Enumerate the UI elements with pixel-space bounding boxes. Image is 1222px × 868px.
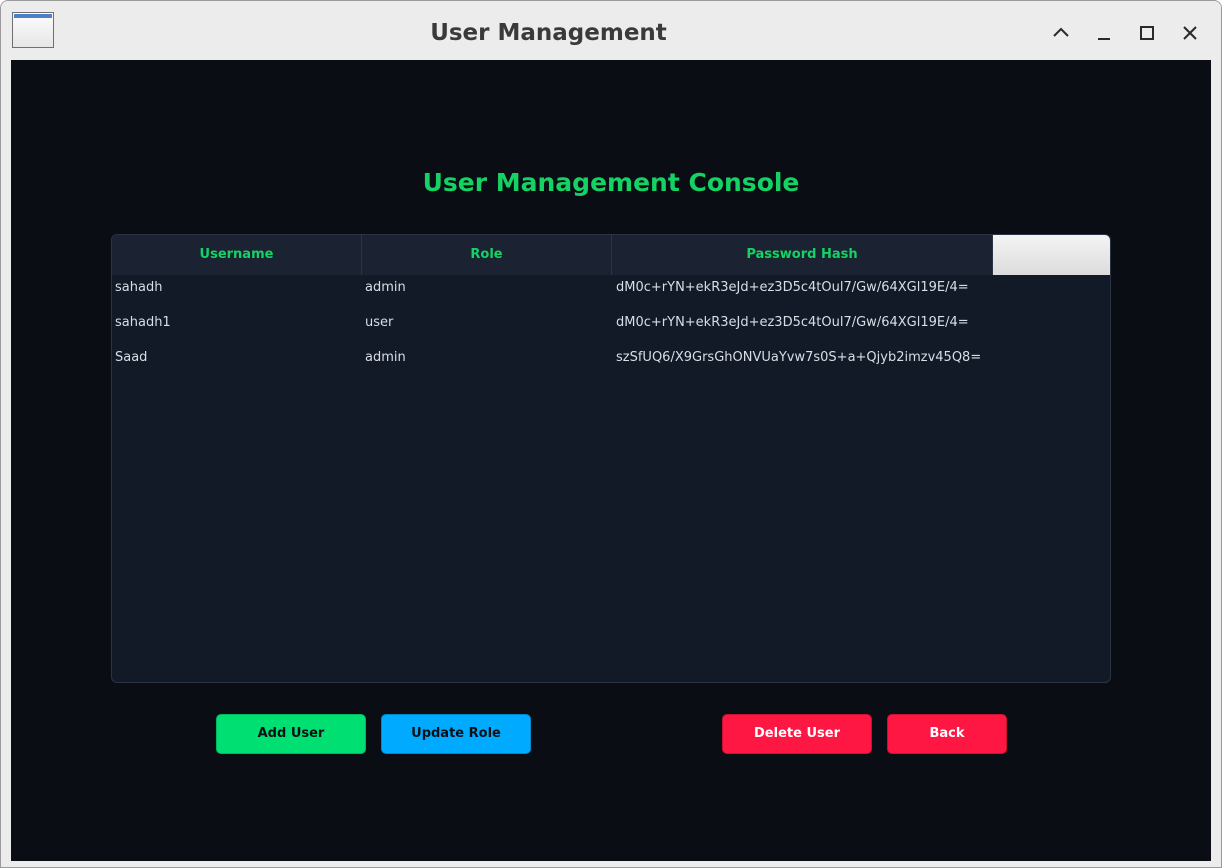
table-row[interactable]: sahadh1 user dM0c+rYN+ekR3eJd+ez3D5c4tOu… — [112, 310, 1110, 345]
cell-password-hash: dM0c+rYN+ekR3eJd+ez3D5c4tOul7/Gw/64XGl19… — [616, 315, 969, 330]
cell-role: user — [365, 315, 394, 330]
maximize-icon[interactable] — [1135, 21, 1159, 45]
table-body: sahadh admin dM0c+rYN+ekR3eJd+ez3D5c4tOu… — [112, 275, 1110, 380]
cell-password-hash: dM0c+rYN+ekR3eJd+ez3D5c4tOul7/Gw/64XGl19… — [616, 280, 969, 295]
delete-user-button[interactable]: Delete User — [722, 714, 872, 754]
column-header-password-hash[interactable]: Password Hash — [612, 235, 993, 275]
header-filler — [993, 235, 1110, 275]
column-header-username[interactable]: Username — [112, 235, 362, 275]
update-role-button[interactable]: Update Role — [381, 714, 531, 754]
cell-username: Saad — [115, 350, 148, 365]
cell-username: sahadh1 — [115, 315, 171, 330]
app-window: User Management User Management Console … — [0, 0, 1222, 868]
users-table: Username Role Password Hash sahadh admin… — [111, 234, 1111, 683]
window-title: User Management — [430, 20, 667, 46]
cell-username: sahadh — [115, 280, 163, 295]
close-icon[interactable] — [1178, 21, 1202, 45]
main-content: User Management Console Username Role Pa… — [11, 60, 1211, 861]
add-user-button[interactable]: Add User — [216, 714, 366, 754]
cell-password-hash: szSfUQ6/X9GrsGhONVUaYvw7s0S+a+Qjyb2imzv4… — [616, 350, 982, 365]
page-title: User Management Console — [422, 168, 800, 197]
minimize-icon[interactable] — [1092, 21, 1116, 45]
back-button[interactable]: Back — [887, 714, 1007, 754]
cell-role: admin — [365, 280, 406, 295]
title-bar[interactable]: User Management — [1, 1, 1221, 59]
cell-role: admin — [365, 350, 406, 365]
table-row[interactable]: Saad admin szSfUQ6/X9GrsGhONVUaYvw7s0S+a… — [112, 345, 1110, 380]
chevron-up-icon[interactable] — [1049, 21, 1073, 45]
table-header: Username Role Password Hash — [112, 235, 1110, 275]
table-row[interactable]: sahadh admin dM0c+rYN+ekR3eJd+ez3D5c4tOu… — [112, 275, 1110, 310]
column-header-role[interactable]: Role — [362, 235, 612, 275]
